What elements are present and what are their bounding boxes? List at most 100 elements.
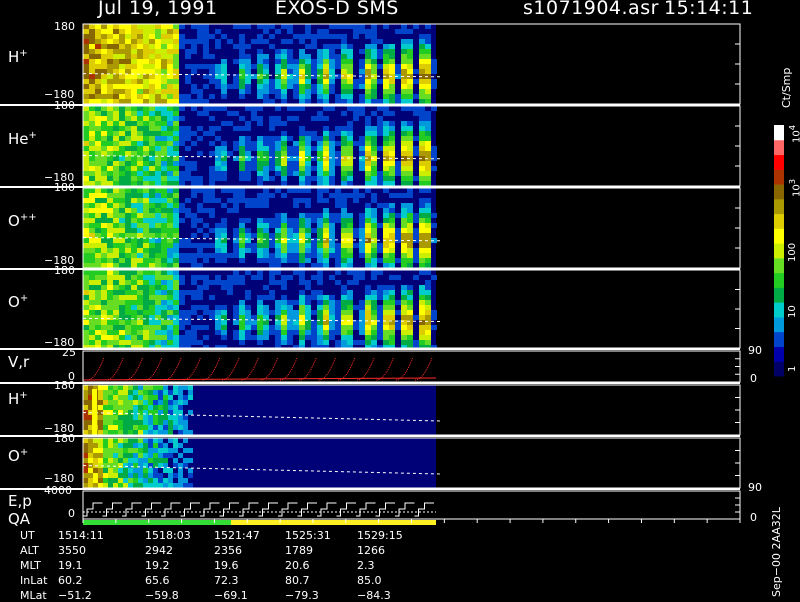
spectrogram-cell [95, 94, 101, 99]
spectrogram-cell [317, 193, 323, 198]
spectrogram-cell [389, 295, 395, 300]
spectrogram-cell [101, 136, 107, 141]
spectrogram-cell [239, 89, 245, 94]
spectrogram-cell [185, 146, 191, 151]
spectrogram-cell [137, 29, 143, 34]
spectrogram-cell [227, 285, 233, 290]
spectrogram-cell [275, 325, 281, 330]
spectrogram-cell [425, 218, 431, 223]
spectrogram-cell [153, 458, 158, 463]
spectrogram-cell [191, 44, 197, 49]
spectrogram-cell [293, 253, 299, 258]
spectrogram-cell [107, 24, 113, 29]
spectrogram-cell [407, 228, 413, 233]
spectrogram-cell [149, 146, 155, 151]
spectrogram-cell [131, 335, 137, 340]
spectrogram-cell [413, 106, 419, 111]
spectrogram-cell [155, 59, 161, 64]
spectrogram-cell [95, 198, 101, 203]
spectrogram-cell [425, 330, 431, 335]
spectrogram-cell [95, 193, 101, 198]
spectrogram-cell [389, 69, 395, 74]
spectrogram-cell [317, 181, 323, 186]
spectrogram-cell [317, 54, 323, 59]
spectrogram-cell [371, 94, 377, 99]
spectrogram-cell [89, 290, 95, 295]
spectrogram-cell [101, 84, 107, 89]
spectrogram-cell [161, 295, 167, 300]
spectrogram-cell [161, 171, 167, 176]
spectrogram-cell [149, 126, 155, 131]
spectrogram-cell [407, 161, 413, 166]
spectrogram-cell [419, 106, 425, 111]
spectrogram-cell [317, 166, 323, 171]
spectrogram-cell [143, 218, 149, 223]
spectrogram-cell [239, 39, 245, 44]
spectrogram-cell [149, 59, 155, 64]
spectrogram-cell [83, 390, 88, 395]
spectrogram-cell [179, 320, 185, 325]
spectrogram-cell [341, 203, 347, 208]
spectrogram-cell [137, 84, 143, 89]
spectrogram-cell [161, 126, 167, 131]
spectrogram-cell [305, 69, 311, 74]
spectrogram-cell [377, 243, 383, 248]
spectrogram-cell [269, 243, 275, 248]
spectrogram-cell [401, 285, 407, 290]
spectrogram-cell [191, 263, 197, 268]
spectrogram-cell [407, 151, 413, 156]
spectrogram-cell [119, 203, 125, 208]
spectrogram-cell [311, 263, 317, 268]
spectrogram-cell [125, 64, 131, 69]
spectrogram-cell [359, 69, 365, 74]
spectrogram-cell [383, 228, 389, 233]
spectrogram-cell [407, 295, 413, 300]
spectrogram-cell [137, 146, 143, 151]
spectrogram-cell [371, 300, 377, 305]
spectrogram-cell [168, 405, 173, 410]
spectrogram-cell [188, 390, 193, 395]
spectrogram-cell [317, 258, 323, 263]
spectrogram-cell [119, 315, 125, 320]
spectrogram-cell [371, 141, 377, 146]
spectrogram-cell [133, 425, 138, 430]
spectrogram-cell [389, 94, 395, 99]
spectrogram-cell [83, 270, 89, 275]
spectrogram-cell [389, 258, 395, 263]
spectrogram-cell [155, 285, 161, 290]
spectrogram-cell [407, 166, 413, 171]
spectrogram-cell [293, 315, 299, 320]
spectrogram-cell [209, 193, 215, 198]
spectrogram-cell [113, 106, 119, 111]
spectrogram-cell [305, 176, 311, 181]
spectrogram-cell [125, 290, 131, 295]
spectrogram-cell [401, 79, 407, 84]
spectrogram-cell [221, 89, 227, 94]
spectrogram-cell [413, 136, 419, 141]
spectrogram-cell [149, 171, 155, 176]
spectrogram-cell [413, 69, 419, 74]
spectrogram-cell [419, 270, 425, 275]
spectrogram-cell [425, 111, 431, 116]
spectrogram-cell [365, 126, 371, 131]
spectrogram-cell [83, 395, 88, 400]
spectrogram-cell [233, 208, 239, 213]
spectrogram-cell [123, 483, 128, 488]
spectrogram-cell [137, 310, 143, 315]
spectrogram-cell [173, 146, 179, 151]
spectrogram-cell [101, 243, 107, 248]
spectrogram-cell [419, 258, 425, 263]
y-tick-max: 180 [54, 20, 75, 33]
spectrogram-cell [101, 54, 107, 59]
spectrogram-cell [173, 448, 178, 453]
spectrogram-cell [275, 228, 281, 233]
spectrogram-cell [167, 146, 173, 151]
spectrogram-cell [179, 94, 185, 99]
spectrogram-cell [275, 330, 281, 335]
spectrogram-cell [113, 325, 119, 330]
spectrogram-cell [407, 29, 413, 34]
spectrogram-cell [359, 166, 365, 171]
spectrogram-cell [98, 478, 103, 483]
spectrogram-cell [305, 151, 311, 156]
spectrogram-cell [101, 290, 107, 295]
